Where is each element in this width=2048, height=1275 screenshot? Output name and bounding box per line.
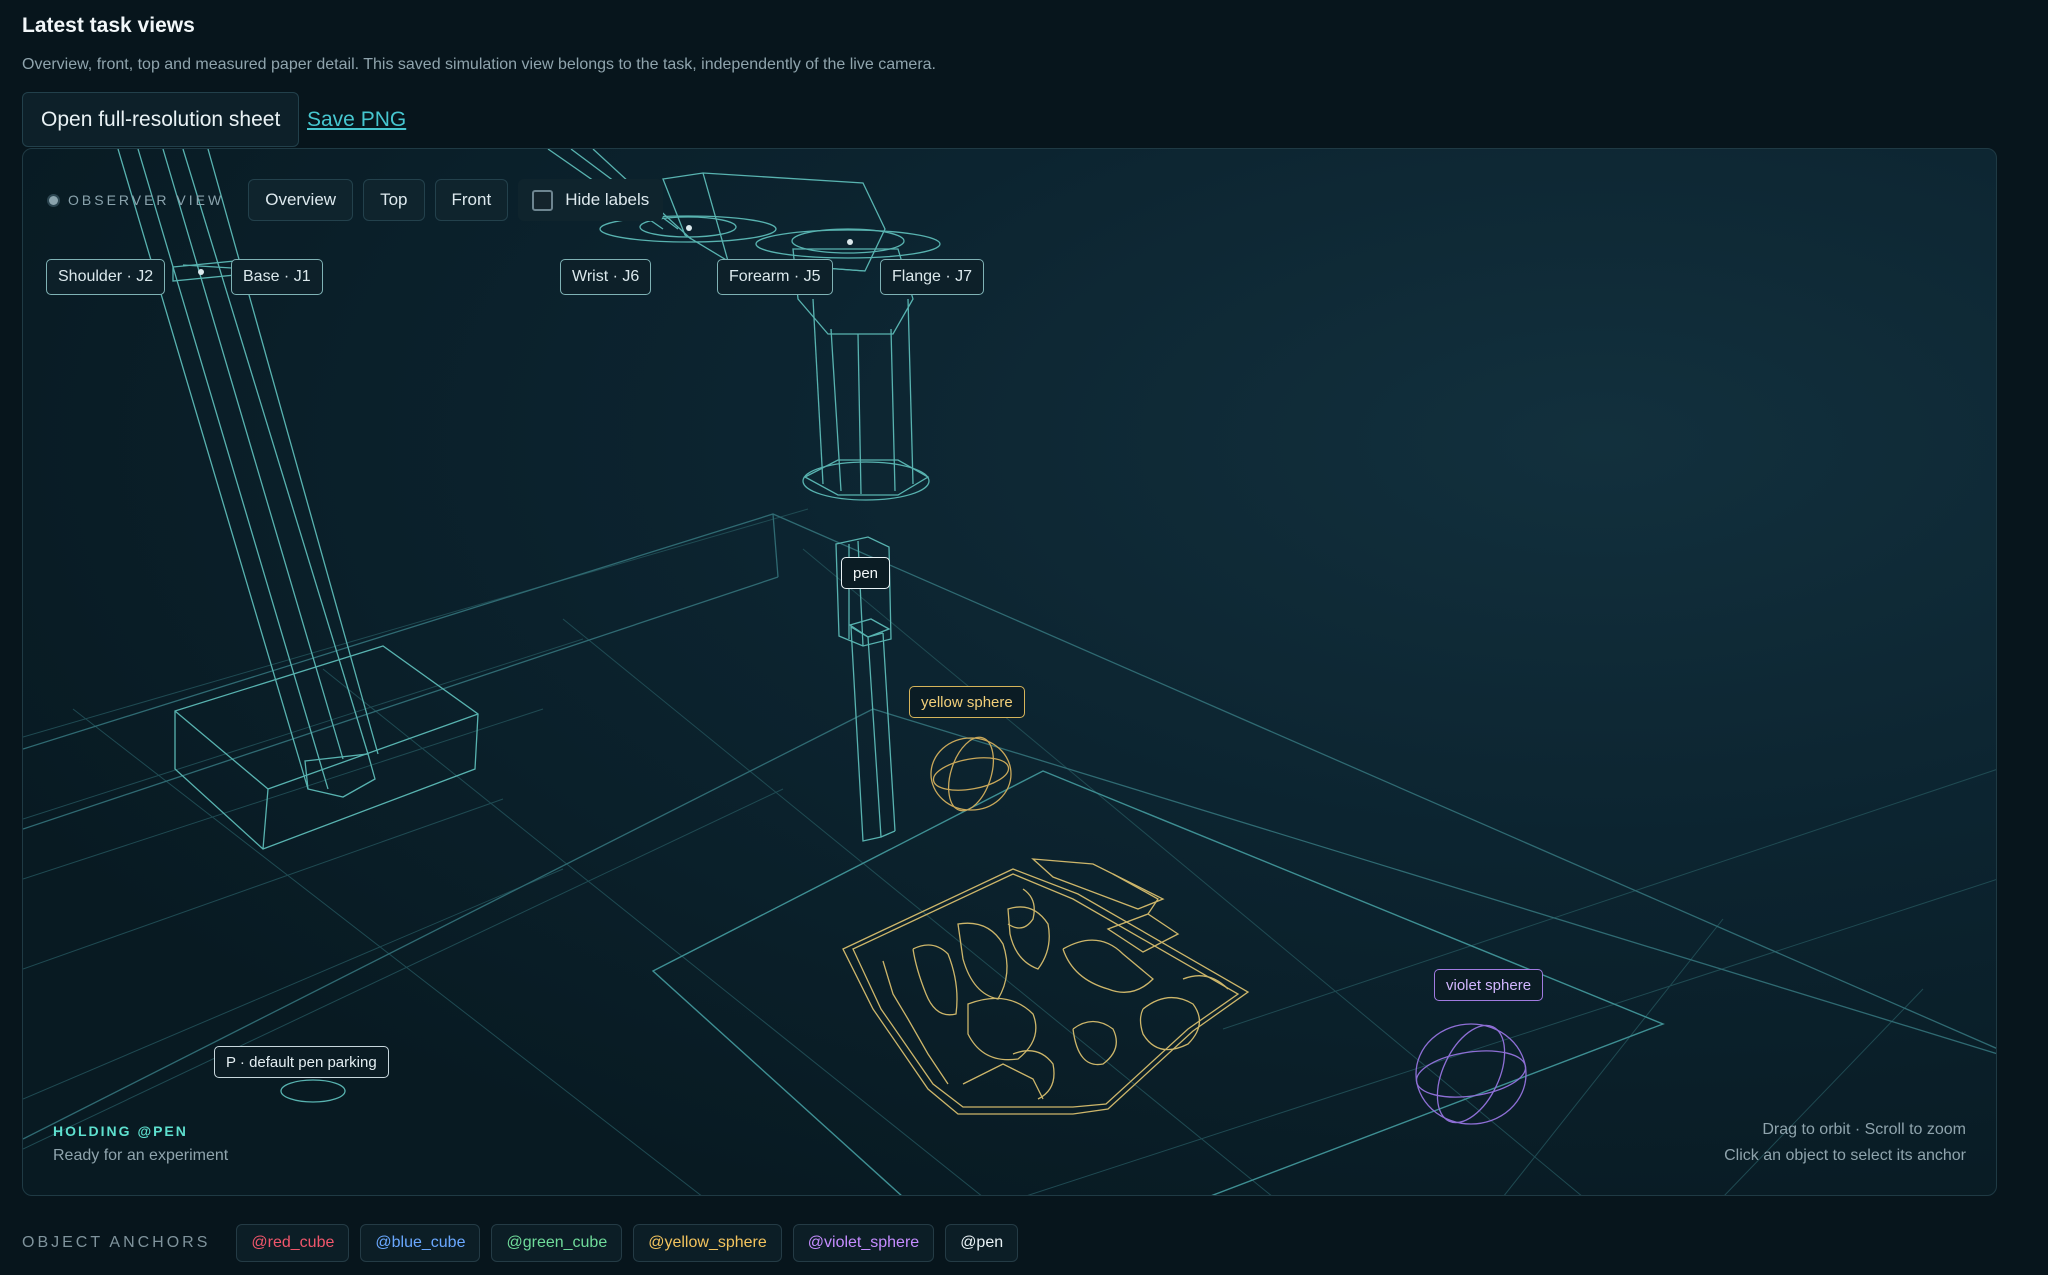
grid-line xyxy=(23,638,584,820)
drawing-outline xyxy=(842,868,1250,1115)
drawing-stroke xyxy=(1139,997,1200,1051)
grid-line xyxy=(1222,769,1996,1030)
arm-link xyxy=(207,149,379,755)
pen-body xyxy=(850,625,882,842)
object-anchors-label: OBJECT ANCHORS xyxy=(22,1234,211,1251)
joint-label-wrist[interactable]: Wrist · J6 xyxy=(560,259,652,295)
grid-line xyxy=(1503,918,1724,1195)
observer-viewport[interactable]: OBSERVER VIEW Overview Top Front Hide la… xyxy=(22,148,1997,1196)
save-png-link[interactable]: Save PNG xyxy=(307,108,406,132)
drawing-outline-inner xyxy=(852,873,1240,1108)
violet-sphere-ring xyxy=(1415,1023,1527,1125)
violet-sphere-ring xyxy=(1436,1024,1506,1124)
table-edge xyxy=(23,576,779,830)
section-title: Latest task views xyxy=(22,14,195,37)
joint-label-flange[interactable]: Flange · J7 xyxy=(880,259,985,295)
yellow-sphere-wireframe xyxy=(930,736,1012,812)
view-toolbar: OBSERVER VIEW Overview Top Front Hide la… xyxy=(49,179,664,221)
anchor-chip-red-cube[interactable]: @red_cube xyxy=(236,1224,350,1262)
orbit-hint: Drag to orbit · Scroll to zoom xyxy=(1762,1121,1966,1138)
joint-label-shoulder[interactable]: Shoulder · J2 xyxy=(46,259,166,295)
drawing-stroke xyxy=(1072,1020,1117,1066)
grid-line xyxy=(322,668,982,1195)
top-view-button[interactable]: Top xyxy=(363,179,425,221)
anchor-chip-green-cube[interactable]: @green_cube xyxy=(491,1224,623,1262)
forearm-column-edge xyxy=(907,298,914,485)
drawing-stroke xyxy=(1062,939,1154,993)
yellow-sphere-ring xyxy=(930,737,1012,811)
overview-view-button[interactable]: Overview xyxy=(248,179,354,221)
hide-labels-label: Hide labels xyxy=(565,190,650,209)
ready-status: Ready for an experiment xyxy=(53,1147,229,1164)
anchor-chip-blue-cube[interactable]: @blue_cube xyxy=(360,1224,481,1262)
pen-body-edge xyxy=(882,632,896,832)
joint-dot xyxy=(198,269,204,275)
object-label-yellow-sphere[interactable]: yellow sphere xyxy=(909,686,1025,718)
arm-link xyxy=(162,149,344,760)
observer-view-label: OBSERVER VIEW xyxy=(68,192,225,208)
open-full-resolution-button[interactable]: Open full-resolution sheet xyxy=(22,92,300,147)
robot-base-edge xyxy=(267,713,479,790)
grid-line xyxy=(23,798,504,970)
anchor-chip-pen[interactable]: @pen xyxy=(945,1224,1019,1262)
drawing-stroke xyxy=(1182,975,1229,990)
drawing-stroke xyxy=(962,1063,1044,1100)
anchor-chip-violet-sphere[interactable]: @violet_sphere xyxy=(792,1224,935,1262)
joint-dot xyxy=(686,225,692,231)
joint-label-base[interactable]: Base · J1 xyxy=(231,259,323,295)
front-view-button[interactable]: Front xyxy=(434,179,509,221)
flange-hex xyxy=(803,459,930,496)
drawing-stroke xyxy=(912,944,958,1016)
joint-dot xyxy=(847,239,853,245)
robot-base-edge xyxy=(174,710,269,790)
object-label-pen[interactable]: pen xyxy=(841,557,891,589)
scene-canvas[interactable] xyxy=(23,149,1997,1196)
forearm-column-edge xyxy=(830,328,842,492)
yellow-sphere-ring xyxy=(947,736,995,812)
grid-line xyxy=(23,508,809,738)
violet-sphere-wireframe xyxy=(1415,1023,1527,1125)
hide-labels-checkbox[interactable] xyxy=(532,189,554,211)
hide-labels-toggle[interactable]: Hide labels xyxy=(518,179,664,221)
pen-parking-marker xyxy=(280,1079,346,1103)
select-hint: Click an object to select its anchor xyxy=(1724,1147,1966,1164)
yellow-sphere-ring xyxy=(932,757,1010,791)
drawing-stroke xyxy=(882,960,949,1085)
object-label-violet-sphere[interactable]: violet sphere xyxy=(1434,969,1544,1001)
table-edge xyxy=(772,513,779,578)
forearm-column-edge xyxy=(857,333,862,495)
section-subtitle: Overview, front, top and measured paper … xyxy=(22,56,936,73)
observer-indicator-icon xyxy=(49,195,58,205)
object-label-pen-parking[interactable]: P · default pen parking xyxy=(214,1046,389,1078)
robot-base-edge xyxy=(262,788,269,850)
grid-line xyxy=(23,788,784,1150)
holding-status: HOLDING @PEN xyxy=(53,1123,188,1139)
shoulder-connector xyxy=(172,260,236,282)
violet-sphere-ring xyxy=(1415,1050,1527,1098)
joint-label-forearm[interactable]: Forearm · J5 xyxy=(717,259,833,295)
forearm-column-edge xyxy=(890,328,896,492)
drawing-stroke xyxy=(1007,906,1050,970)
drawing-artwork xyxy=(842,858,1250,1115)
anchor-chip-yellow-sphere[interactable]: @yellow_sphere xyxy=(633,1224,782,1262)
robot-base-block xyxy=(174,645,479,850)
object-anchors-bar: OBJECT ANCHORS @red_cube @blue_cube @gre… xyxy=(22,1224,1029,1262)
wrist-housing xyxy=(662,172,886,272)
pen-body-edge xyxy=(880,830,896,838)
